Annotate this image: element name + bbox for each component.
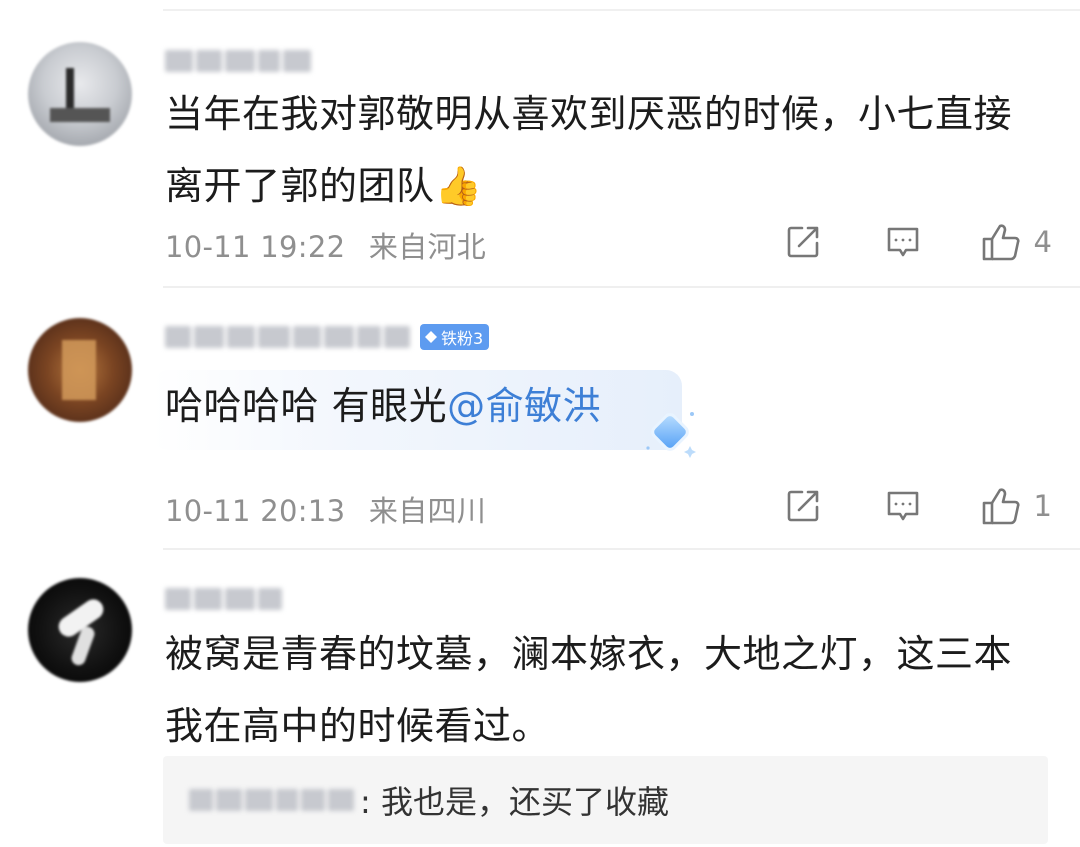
avatar[interactable] bbox=[28, 42, 132, 146]
avatar[interactable] bbox=[28, 578, 132, 682]
comment-icon bbox=[887, 491, 918, 521]
diamond-icon bbox=[425, 331, 437, 343]
comment-item: 被窝是青春的坟墓，澜本嫁衣，大地之灯，这三本我在高中的时候看过。 : 我也是，还… bbox=[0, 550, 1080, 847]
location: 来自河北 bbox=[368, 230, 487, 264]
like-icon bbox=[982, 488, 1020, 525]
timestamp: 10-11 20:13 bbox=[165, 494, 346, 528]
comment-item: 铁粉3 哈哈哈哈 有眼光@俞敏洪 10-11 20:13 来自四川 1 bbox=[0, 288, 1080, 550]
share-icon bbox=[787, 490, 818, 522]
avatar[interactable] bbox=[28, 318, 132, 422]
username[interactable] bbox=[165, 584, 282, 614]
timestamp: 10-11 19:22 bbox=[165, 230, 346, 264]
comment-text: 被窝是青春的坟墓，澜本嫁衣，大地之灯，这三本我在高中的时候看过。 bbox=[165, 632, 1013, 748]
comment-text: 哈哈哈哈 有眼光@俞敏洪 bbox=[165, 384, 602, 428]
reply-preview[interactable]: : 我也是，还买了收藏 bbox=[163, 756, 1048, 844]
thumbs-up-emoji: 👍 bbox=[434, 164, 483, 208]
comment-button[interactable] bbox=[884, 487, 922, 525]
username[interactable]: 铁粉3 bbox=[165, 322, 490, 352]
reply-text: : 我也是，还买了收藏 bbox=[360, 783, 669, 821]
like-button[interactable]: 1 bbox=[980, 486, 1052, 526]
comment-text: 当年在我对郭敬明从喜欢到厌恶的时候，小七直接离开了郭的团队👍 bbox=[165, 92, 1013, 208]
comment-meta: 10-11 20:13 来自四川 bbox=[165, 488, 486, 530]
mention-link[interactable]: @俞敏洪 bbox=[447, 384, 601, 428]
username[interactable] bbox=[165, 46, 311, 76]
share-button[interactable] bbox=[784, 223, 822, 261]
like-count: 1 bbox=[1033, 489, 1052, 523]
share-button[interactable] bbox=[784, 487, 822, 525]
like-icon bbox=[982, 224, 1020, 261]
comment-actions: 4 bbox=[784, 222, 1052, 262]
fan-badge: 铁粉3 bbox=[420, 324, 490, 350]
like-button[interactable]: 4 bbox=[980, 222, 1052, 262]
comment-button[interactable] bbox=[884, 223, 922, 261]
comment-item: 当年在我对郭敬明从喜欢到厌恶的时候，小七直接离开了郭的团队👍 10-11 19:… bbox=[0, 0, 1080, 288]
share-icon bbox=[787, 226, 818, 258]
location: 来自四川 bbox=[368, 494, 487, 528]
comment-icon bbox=[887, 227, 918, 257]
like-count: 4 bbox=[1033, 225, 1052, 259]
comment-actions: 1 bbox=[784, 486, 1052, 526]
comment-meta: 10-11 19:22 来自河北 bbox=[165, 224, 486, 266]
